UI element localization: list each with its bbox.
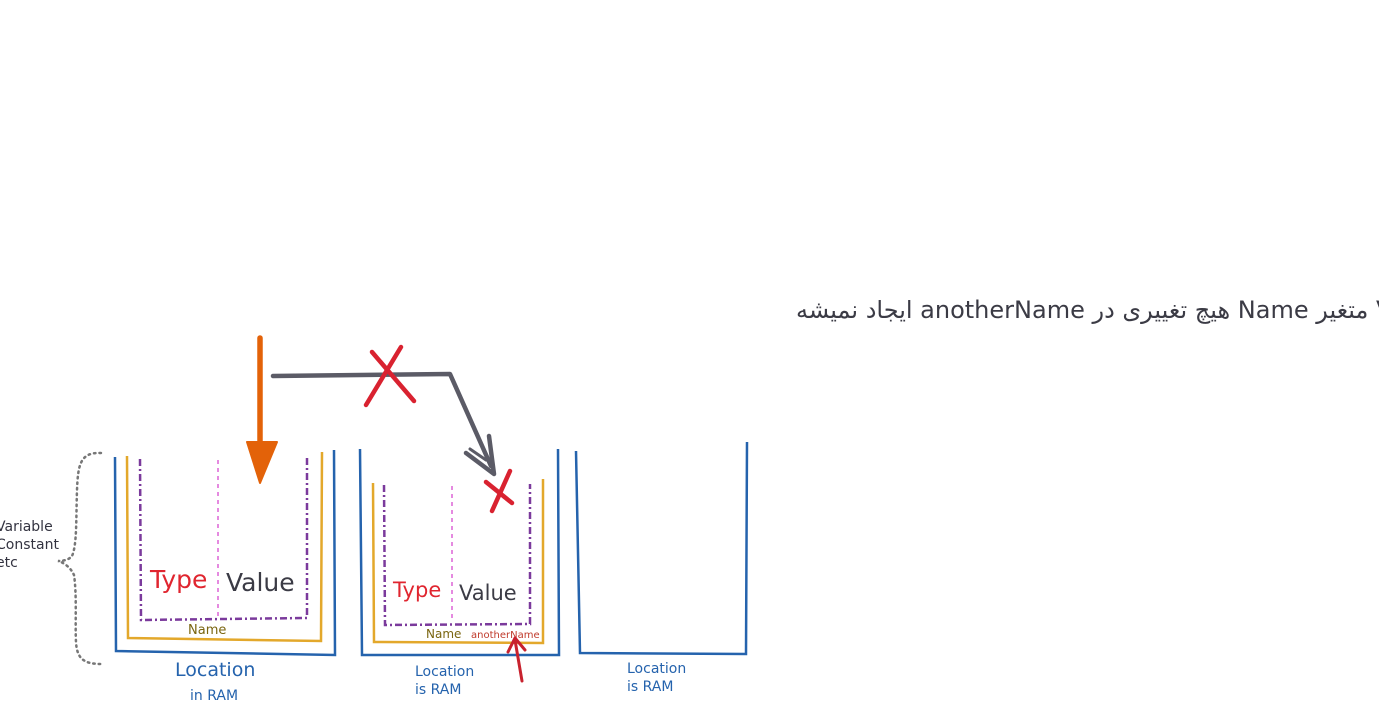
brace-label-constant: Constant	[0, 537, 59, 553]
variable-box-2: Type Value Name anotherName Location is …	[358, 448, 561, 698]
red-pointer-arrow	[506, 636, 527, 683]
type-label-1: Type	[149, 565, 207, 594]
name-label-1: Name	[188, 623, 226, 638]
red-cross-small	[483, 468, 515, 514]
location-sublabel-2: is RAM	[415, 682, 461, 698]
left-brace	[57, 451, 104, 666]
name-label-2: Name	[426, 627, 461, 641]
diagram-canvas: با تغییر Value متغیر Name هیچ تغییری در …	[0, 0, 1379, 725]
name-box-2	[371, 479, 545, 645]
location-label-3: Location	[627, 661, 686, 677]
location-sublabel-1: in RAM	[190, 688, 238, 704]
location-box-3	[574, 441, 749, 656]
diagram-svg: با تغییر Value متغیر Name هیچ تغییری در …	[0, 296, 1379, 704]
title: با تغییر Value متغیر Name هیچ تغییری در …	[796, 296, 1379, 324]
type-label-2: Type	[392, 578, 441, 602]
variable-box-1: Type Value Name Location in RAM	[113, 449, 337, 704]
name-box-1	[125, 451, 324, 643]
location-label-2: Location	[415, 664, 474, 680]
brace-label-etc: etc	[0, 555, 18, 571]
variable-box-3: Location is RAM	[574, 441, 749, 695]
orange-arrow	[246, 335, 278, 484]
value-label-2: Value	[459, 581, 517, 605]
location-sublabel-3: is RAM	[627, 679, 673, 695]
another-name-label: anotherName	[471, 630, 540, 641]
value-label-1: Value	[226, 568, 295, 597]
location-label-1: Location	[175, 659, 255, 681]
brace-label-variable: Variable	[0, 519, 53, 535]
